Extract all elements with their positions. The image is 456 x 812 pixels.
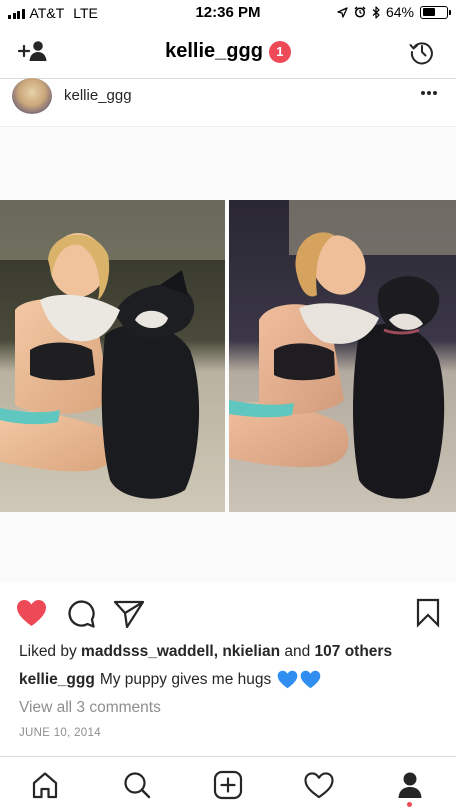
comment-icon[interactable] bbox=[66, 599, 96, 634]
battery-icon bbox=[420, 5, 451, 19]
history-icon[interactable] bbox=[409, 39, 435, 65]
post-date: JUNE 10, 2014 bbox=[19, 727, 101, 739]
notification-badge: 1 bbox=[268, 40, 291, 63]
header-title-group: kellie_ggg 1 bbox=[0, 40, 456, 63]
more-dots-icon[interactable] bbox=[420, 84, 438, 107]
search-icon[interactable] bbox=[119, 767, 155, 803]
post-username[interactable]: kellie_ggg bbox=[64, 87, 132, 104]
share-icon[interactable] bbox=[113, 599, 145, 634]
likes-others[interactable]: 107 others bbox=[315, 643, 393, 660]
status-bar: AT&T LTE 12:36 PM 64% bbox=[0, 0, 456, 26]
location-arrow-icon bbox=[337, 6, 348, 18]
post-photo[interactable] bbox=[0, 127, 456, 583]
bluetooth-icon bbox=[372, 5, 380, 19]
photo-left-panel bbox=[0, 200, 225, 512]
home-icon[interactable] bbox=[27, 767, 63, 803]
avatar[interactable] bbox=[12, 78, 52, 114]
add-post-icon[interactable] bbox=[210, 767, 246, 803]
blue-heart-emoji-icon bbox=[277, 670, 321, 689]
page-title[interactable]: kellie_ggg bbox=[165, 40, 263, 63]
profile-icon[interactable] bbox=[392, 767, 428, 803]
activity-notification-dot bbox=[407, 802, 412, 807]
view-all-comments-link[interactable]: View all 3 comments bbox=[19, 699, 161, 717]
caption-text: My puppy gives me hugs bbox=[99, 670, 272, 688]
battery-percent: 64% bbox=[385, 4, 414, 20]
likes-summary[interactable]: Liked by maddsss_waddell, nkielian and 1… bbox=[19, 643, 392, 661]
bookmark-icon[interactable] bbox=[416, 598, 440, 633]
photo-right-panel bbox=[229, 200, 456, 512]
post-actions bbox=[0, 583, 456, 643]
post-caption: kellie_ggg My puppy gives me hugs bbox=[19, 670, 321, 689]
bottom-tab-bar bbox=[0, 756, 456, 812]
likes-conjunction: and bbox=[280, 643, 315, 660]
like-heart-icon[interactable] bbox=[16, 599, 47, 632]
app-header: kellie_ggg 1 bbox=[0, 26, 456, 79]
post-header: kellie_ggg bbox=[0, 78, 456, 127]
activity-heart-icon[interactable] bbox=[301, 767, 337, 803]
caption-username[interactable]: kellie_ggg bbox=[19, 671, 95, 689]
likes-users[interactable]: maddsss_waddell, nkielian bbox=[81, 643, 280, 660]
alarm-icon bbox=[354, 6, 366, 18]
likes-prefix: Liked by bbox=[19, 643, 82, 660]
status-bar-right: 64% bbox=[337, 4, 451, 20]
